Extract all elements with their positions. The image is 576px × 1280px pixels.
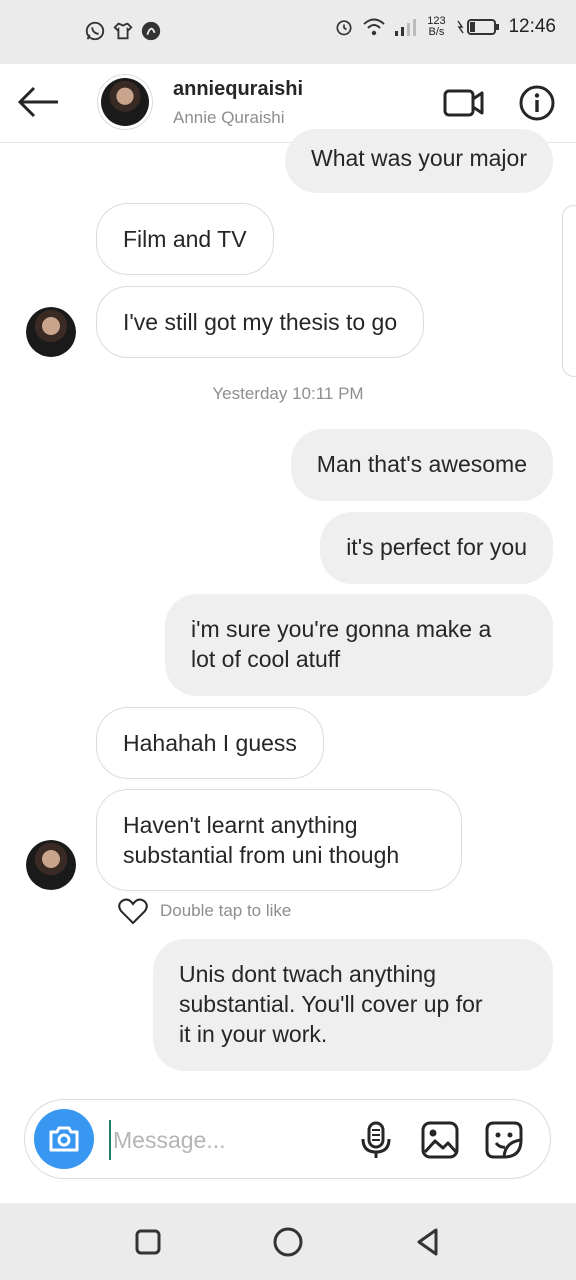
message-composer	[24, 1099, 551, 1179]
message-bubble-outgoing[interactable]: i'm sure you're gonna make a lot of cool…	[165, 594, 553, 696]
info-icon[interactable]	[518, 84, 556, 122]
whatsapp-icon	[85, 21, 105, 41]
like-hint-text: Double tap to like	[160, 901, 292, 920]
message-thread[interactable]: What was your major Film and TV I've sti…	[0, 129, 576, 1090]
back-arrow-icon[interactable]	[16, 84, 60, 120]
message-bubble-incoming[interactable]: Haven't learnt anything substantial from…	[96, 789, 462, 891]
gallery-icon[interactable]	[420, 1120, 460, 1160]
net-speed-unit: B/s	[428, 26, 445, 38]
navigation-bar	[0, 1203, 576, 1280]
message-input[interactable]	[109, 1120, 345, 1160]
scroll-edge	[562, 205, 576, 377]
message-bubble-incoming[interactable]: Film and TV	[96, 203, 274, 275]
message-bubble-outgoing[interactable]: Unis dont twach anything substantial. Yo…	[153, 939, 553, 1071]
clock: 12:46	[508, 16, 556, 37]
alarm-icon	[336, 20, 352, 36]
avatar-image	[26, 307, 76, 357]
timestamp: Yesterday 10:11 PM	[212, 384, 364, 403]
camera-icon	[49, 1126, 79, 1152]
status-bar: 123 B/s 12:46	[0, 0, 576, 64]
full-name: Annie Quraishi	[173, 108, 285, 127]
message-bubble-incoming[interactable]: I've still got my thesis to go	[96, 286, 425, 358]
camera-button[interactable]	[34, 1109, 94, 1169]
network-speed: 123 B/s	[424, 16, 448, 38]
sticker-icon[interactable]	[484, 1120, 524, 1160]
wifi-icon	[363, 18, 386, 36]
avatar-image	[26, 840, 76, 890]
message-bubble-outgoing[interactable]: What was your major	[284, 129, 553, 193]
sender-avatar[interactable]	[26, 840, 76, 890]
microphone-icon[interactable]	[356, 1120, 396, 1160]
tshirt-icon	[113, 22, 133, 40]
recents-icon[interactable]	[131, 1225, 165, 1259]
back-icon[interactable]	[411, 1225, 445, 1259]
signal-icon	[395, 19, 417, 36]
sender-avatar[interactable]	[26, 307, 76, 357]
app-icon	[141, 21, 161, 41]
battery-icon	[457, 19, 500, 35]
profile-avatar[interactable]	[97, 74, 153, 130]
message-bubble-outgoing[interactable]: it's perfect for you	[320, 512, 553, 584]
system-status: 123 B/s 12:46	[334, 16, 556, 38]
message-bubble-outgoing[interactable]: Man that's awesome	[290, 429, 553, 501]
home-icon[interactable]	[271, 1225, 305, 1259]
avatar-image	[101, 78, 149, 126]
message-bubble-incoming[interactable]: Hahahah I guess	[96, 707, 324, 779]
notification-icons	[84, 20, 162, 42]
heart-icon[interactable]	[118, 897, 148, 925]
video-call-icon[interactable]	[443, 88, 485, 118]
username[interactable]: anniequraishi	[173, 78, 303, 101]
like-hint[interactable]: Double tap to like	[118, 897, 291, 925]
